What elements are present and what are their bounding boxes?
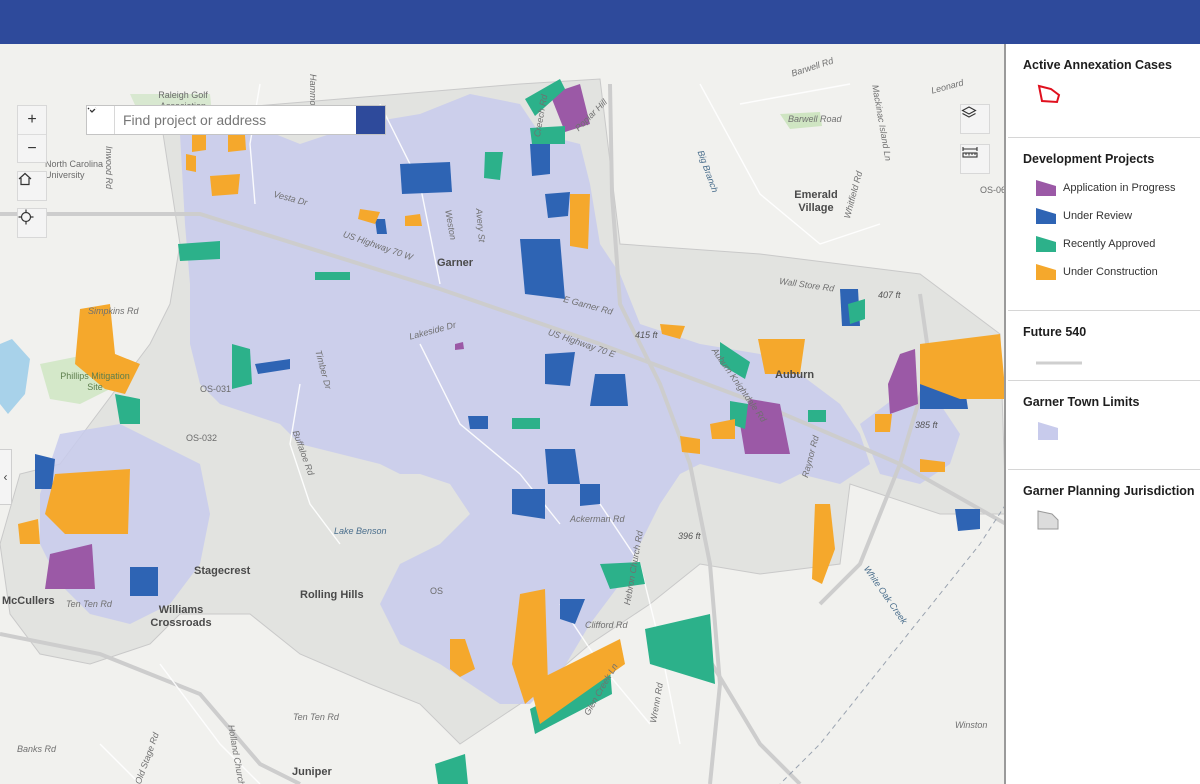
legend-section-future-540: Future 540	[1008, 311, 1200, 381]
legend-section-town-limits: Garner Town Limits	[1008, 381, 1200, 470]
under-construction-parcel	[186, 154, 196, 172]
under-review-parcel	[400, 162, 452, 194]
legend-item-under-review: Under Review	[1023, 202, 1200, 230]
under-construction-parcel	[570, 194, 590, 249]
legend-title-annexation: Active Annexation Cases	[1023, 58, 1172, 72]
annexation-swatch-icon	[1037, 84, 1061, 104]
under-review-parcel	[545, 449, 580, 484]
crosshair-icon	[18, 209, 34, 225]
recently-approved-parcel	[315, 272, 350, 280]
town-limits-swatch	[1038, 422, 1058, 440]
layer-list-button[interactable]	[960, 104, 990, 134]
search-widget	[86, 105, 386, 135]
legend-section-annexation: Active Annexation Cases	[1008, 44, 1200, 138]
recently-approved-parcel	[178, 241, 220, 261]
legend-title-town-limits: Garner Town Limits	[1023, 395, 1140, 409]
recently-approved-parcel	[530, 126, 565, 144]
under-review-parcel	[590, 374, 628, 406]
recently-approved-parcel	[232, 344, 252, 389]
map-view[interactable]: Garner Auburn Emerald Village Stagecrest…	[0, 44, 1006, 784]
under-construction-parcel	[875, 414, 892, 432]
park-area	[780, 112, 822, 129]
under-construction-parcel	[192, 132, 206, 152]
under-review-parcel	[468, 416, 488, 429]
development-legend-list: Application in Progress Under Review Rec…	[1023, 166, 1200, 286]
recently-approved-parcel	[808, 410, 826, 422]
legend-item-application-in-progress: Application in Progress	[1023, 174, 1200, 202]
home-button[interactable]	[17, 171, 47, 201]
under-construction-parcel	[45, 469, 130, 534]
basemap	[0, 78, 1004, 784]
legend-title-future-540: Future 540	[1023, 325, 1087, 339]
legend-item-recently-approved: Recently Approved	[1023, 230, 1200, 258]
under-review-parcel	[545, 192, 570, 218]
under-review-parcel	[375, 219, 387, 234]
legend-title-development-projects: Development Projects	[1023, 152, 1155, 166]
under-review-swatch	[1036, 208, 1056, 224]
water-area	[0, 339, 30, 414]
under-review-parcel	[35, 454, 55, 489]
recently-approved-parcel	[484, 152, 503, 180]
under-review-parcel	[530, 144, 550, 176]
measure-button[interactable]	[960, 144, 990, 174]
search-icon	[87, 106, 101, 120]
zoom-in-button[interactable]: +	[18, 106, 46, 134]
legend-panel: Active Annexation Cases Development Proj…	[1008, 44, 1200, 784]
under-construction-parcel	[210, 174, 240, 196]
zoom-out-button[interactable]: −	[18, 134, 46, 162]
recently-approved-parcel	[435, 754, 468, 784]
recently-approved-parcel	[512, 418, 540, 429]
zoom-controls: + −	[17, 105, 47, 163]
under-construction-parcel	[680, 436, 700, 454]
legend-section-development-projects: Development Projects Application in Prog…	[1008, 138, 1200, 311]
home-icon	[18, 172, 32, 186]
legend-title-planning-jurisdiction: Garner Planning Jurisdiction	[1023, 484, 1195, 498]
i-40-west-road	[0, 632, 301, 784]
recently-approved-swatch	[1036, 236, 1056, 252]
legend-label: Recently Approved	[1063, 238, 1156, 250]
search-button[interactable]	[87, 106, 385, 134]
layers-icon	[961, 106, 977, 118]
legend-section-planning-jurisdiction: Garner Planning Jurisdiction	[1008, 470, 1200, 560]
legend-label: Under Construction	[1063, 266, 1158, 278]
measure-icon	[962, 147, 978, 158]
under-review-parcel	[580, 484, 600, 506]
under-review-parcel	[520, 239, 565, 299]
locate-button[interactable]	[17, 208, 47, 238]
legend-item-under-construction: Under Construction	[1023, 258, 1200, 286]
under-construction-parcel	[758, 339, 805, 374]
planning-jurisdiction-swatch	[1037, 510, 1059, 530]
legend-label: Application in Progress	[1063, 182, 1176, 194]
app-header-bar	[0, 0, 1200, 44]
under-construction-parcel	[405, 214, 422, 226]
search-input[interactable]	[115, 106, 356, 134]
future-540-line-swatch	[1036, 361, 1082, 365]
legend-label: Under Review	[1063, 210, 1133, 222]
under-construction-swatch	[1036, 264, 1056, 280]
application-in-progress-swatch	[1036, 180, 1056, 196]
under-review-parcel	[512, 489, 545, 519]
panel-collapse-button[interactable]: ‹	[0, 449, 12, 505]
under-review-parcel	[130, 567, 158, 596]
under-review-parcel	[955, 509, 980, 531]
under-review-parcel	[545, 352, 575, 386]
